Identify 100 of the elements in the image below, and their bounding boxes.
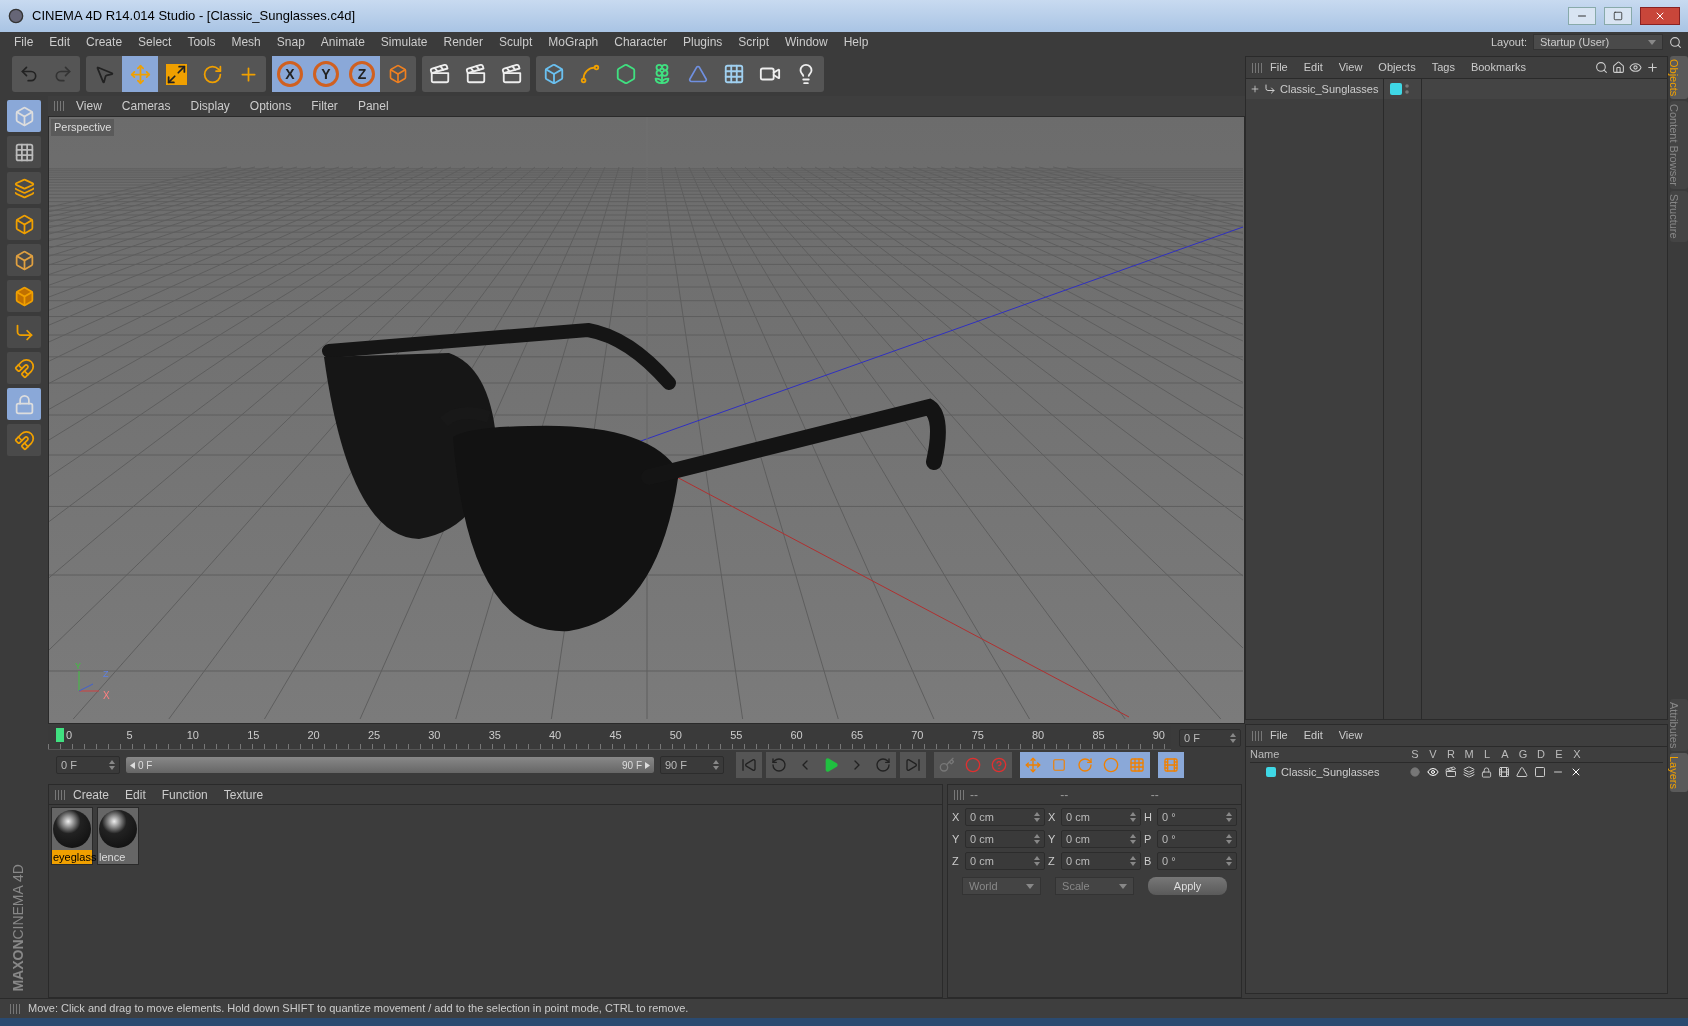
- menu-item[interactable]: Panel: [349, 97, 397, 115]
- frame-range-slider[interactable]: 0 F 90 F: [126, 757, 654, 773]
- lock-icon[interactable]: [1481, 766, 1492, 778]
- spinner-arrows-icon[interactable]: [1226, 856, 1232, 866]
- menu-item[interactable]: Snap: [268, 33, 313, 51]
- viewport[interactable]: Perspective Y Z X: [48, 116, 1245, 724]
- menu-item[interactable]: Window: [777, 33, 836, 51]
- menu-item[interactable]: Tags: [1423, 59, 1463, 76]
- menu-item[interactable]: Sculpt: [490, 33, 541, 51]
- magnet-mode-button[interactable]: [7, 424, 41, 456]
- texture-grid-mode-button[interactable]: [7, 136, 41, 168]
- number-field[interactable]: 0 cm: [1061, 830, 1141, 848]
- menu-item[interactable]: Options: [241, 97, 300, 115]
- number-field[interactable]: 0 cm: [965, 852, 1045, 870]
- expand-icon[interactable]: [1250, 84, 1260, 94]
- spinner-arrows-icon[interactable]: [713, 760, 719, 770]
- cube-mode-button[interactable]: [7, 280, 41, 312]
- go-to-start-button[interactable]: [736, 752, 762, 778]
- axis-corner-mode-button[interactable]: [7, 316, 41, 348]
- menu-item[interactable]: Script: [730, 33, 777, 51]
- menu-item[interactable]: Create: [78, 33, 131, 51]
- menu-item[interactable]: Tools: [179, 33, 224, 51]
- menu-item[interactable]: File: [6, 33, 42, 51]
- spinner-arrows-icon[interactable]: [1130, 834, 1136, 844]
- home-icon[interactable]: [1612, 61, 1625, 74]
- search-icon[interactable]: [1595, 61, 1608, 74]
- right-handle-icon[interactable]: [645, 761, 650, 769]
- clapperboard-icon[interactable]: [1445, 766, 1457, 778]
- spinner-arrows-icon[interactable]: [1130, 856, 1136, 866]
- apply-button[interactable]: Apply: [1148, 877, 1227, 895]
- new-panel-icon[interactable]: [1646, 61, 1659, 74]
- close-button[interactable]: [1640, 7, 1680, 25]
- menu-item[interactable]: View: [68, 97, 110, 115]
- magnet-mode-button[interactable]: [7, 352, 41, 384]
- menu-item[interactable]: Objects: [1370, 59, 1424, 76]
- eye-icon[interactable]: [1427, 766, 1439, 778]
- menu-item[interactable]: File: [1262, 59, 1296, 76]
- layers-icon[interactable]: [1463, 766, 1475, 778]
- cross-icon[interactable]: [1570, 766, 1582, 778]
- number-field[interactable]: 0 cm: [965, 830, 1045, 848]
- spinner-arrows-icon[interactable]: [109, 760, 115, 770]
- axis-toggle-button[interactable]: X: [272, 56, 308, 92]
- search-icon[interactable]: [1669, 35, 1682, 49]
- menu-item[interactable]: Edit: [41, 33, 79, 51]
- menu-item[interactable]: Help: [835, 33, 877, 51]
- menu-item[interactable]: Filter: [303, 97, 346, 115]
- menu-item[interactable]: Edit: [117, 785, 154, 804]
- menu-item[interactable]: View: [1330, 59, 1371, 76]
- layers-mode-button[interactable]: [7, 172, 41, 204]
- axis-toggle-button[interactable]: Y: [308, 56, 344, 92]
- number-field[interactable]: 0 cm: [1061, 808, 1141, 826]
- menu-item[interactable]: Character: [606, 33, 675, 51]
- spinner-arrows-icon[interactable]: [1130, 812, 1136, 822]
- number-field[interactable]: 0 °: [1157, 808, 1237, 826]
- menu-item[interactable]: MoGraph: [540, 33, 607, 51]
- cube-mode-button[interactable]: [7, 208, 41, 240]
- spinner-arrows-icon[interactable]: [1226, 812, 1232, 822]
- layout-dropdown[interactable]: Startup (User): [1533, 34, 1663, 50]
- menu-item[interactable]: Create: [65, 785, 118, 804]
- menu-item[interactable]: File: [1262, 727, 1296, 744]
- menu-item[interactable]: Mesh: [223, 33, 269, 51]
- number-field[interactable]: 0 °: [1157, 852, 1237, 870]
- go-to-end-button[interactable]: [900, 752, 926, 778]
- film-icon[interactable]: [1498, 766, 1510, 778]
- menu-item[interactable]: Plugins: [674, 33, 731, 51]
- menu-item[interactable]: Bookmarks: [1462, 59, 1534, 76]
- current-frame-field[interactable]: 0 F: [1179, 729, 1241, 747]
- square-icon[interactable]: [1534, 766, 1546, 778]
- menu-item[interactable]: Texture: [215, 785, 272, 804]
- spinner-arrows-icon[interactable]: [1034, 856, 1040, 866]
- material-swatch[interactable]: lence: [97, 807, 139, 865]
- solo-icon[interactable]: [1410, 767, 1420, 777]
- minimize-button[interactable]: [1568, 7, 1596, 25]
- number-field[interactable]: 0 °: [1157, 830, 1237, 848]
- spinner-arrows-icon[interactable]: [1034, 834, 1040, 844]
- menu-item[interactable]: View: [1330, 727, 1371, 744]
- spinner-arrows-icon[interactable]: [1034, 812, 1040, 822]
- menu-item[interactable]: Edit: [1295, 727, 1331, 744]
- triangle-icon[interactable]: [1516, 766, 1528, 778]
- end-frame-field[interactable]: 90 F: [660, 756, 724, 774]
- visibility-dots-icon[interactable]: [1405, 84, 1409, 94]
- number-field[interactable]: 0 cm: [1061, 852, 1141, 870]
- layer-name[interactable]: Classic_Sunglasses: [1281, 763, 1380, 781]
- menu-item[interactable]: Animate: [312, 33, 373, 51]
- menu-item[interactable]: Cameras: [113, 97, 179, 115]
- menu-item[interactable]: Simulate: [372, 33, 436, 51]
- menu-item[interactable]: Edit: [1295, 59, 1331, 76]
- eye-icon[interactable]: [1629, 61, 1642, 74]
- start-frame-field[interactable]: 0 F: [56, 756, 120, 774]
- lock-mode-button[interactable]: [7, 388, 41, 420]
- timeline-ruler[interactable]: 0 5 10 15 20 25 30 35 40 45 50 55 60 65 70 75 80 85 90: [48, 726, 1171, 750]
- menu-item[interactable]: Function: [153, 785, 216, 804]
- playhead-marker[interactable]: [56, 728, 64, 742]
- axis-toggle-button[interactable]: Z: [344, 56, 380, 92]
- number-field[interactable]: 0 cm: [965, 808, 1045, 826]
- cube-mode-button[interactable]: [7, 244, 41, 276]
- spinner-arrows-icon[interactable]: [1230, 733, 1236, 743]
- menu-item[interactable]: Render: [435, 33, 491, 51]
- menu-item[interactable]: Display: [182, 97, 238, 115]
- menu-item[interactable]: Select: [130, 33, 180, 51]
